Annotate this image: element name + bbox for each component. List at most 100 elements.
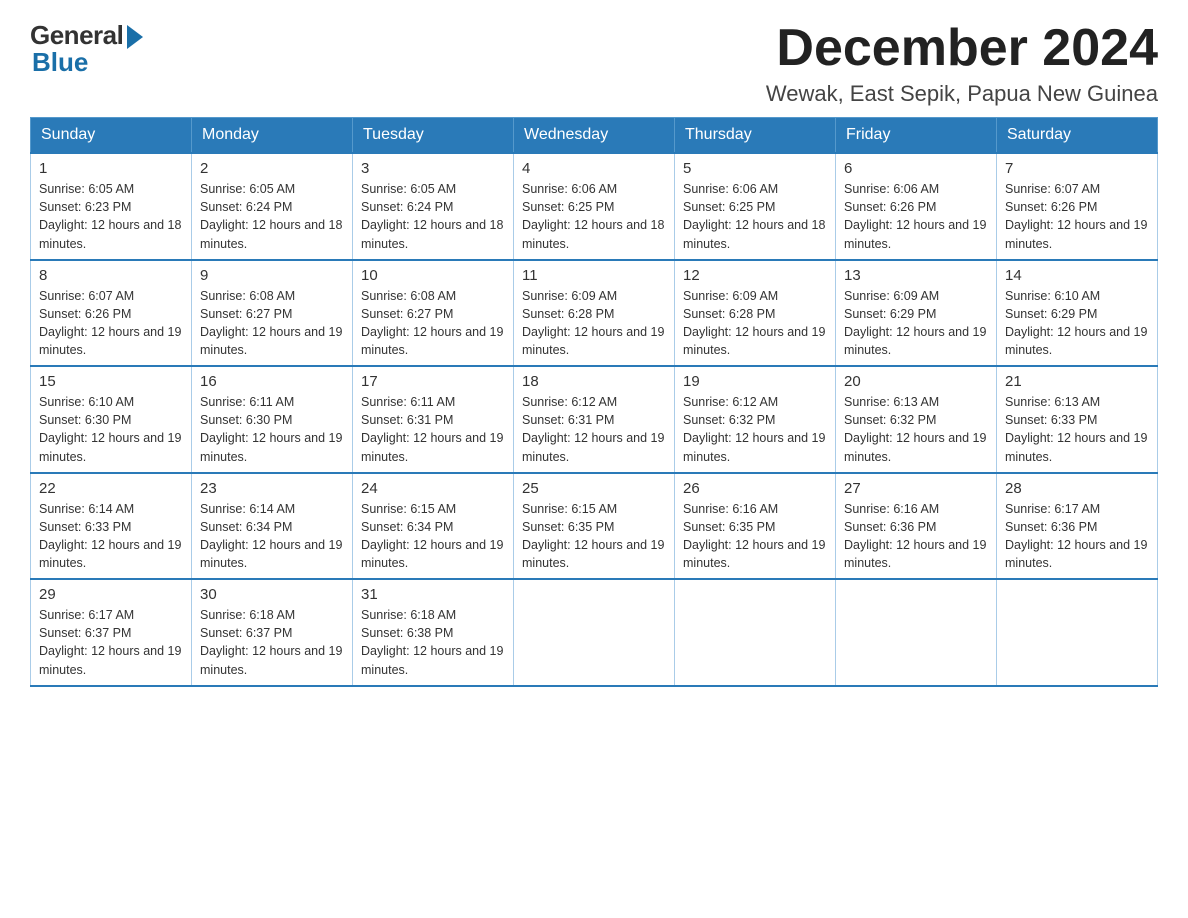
calendar-day-cell: 1 Sunrise: 6:05 AM Sunset: 6:23 PM Dayli… [31,153,192,260]
calendar-week-row: 29 Sunrise: 6:17 AM Sunset: 6:37 PM Dayl… [31,579,1158,686]
calendar-day-cell: 7 Sunrise: 6:07 AM Sunset: 6:26 PM Dayli… [997,153,1158,260]
weekday-header: Friday [836,118,997,154]
logo-arrow-icon [127,25,143,49]
calendar-week-row: 1 Sunrise: 6:05 AM Sunset: 6:23 PM Dayli… [31,153,1158,260]
day-info: Sunrise: 6:07 AM Sunset: 6:26 PM Dayligh… [39,287,183,360]
day-info: Sunrise: 6:17 AM Sunset: 6:37 PM Dayligh… [39,606,183,679]
day-info: Sunrise: 6:14 AM Sunset: 6:34 PM Dayligh… [200,500,344,573]
logo: General Blue [30,20,143,78]
day-number: 18 [522,373,666,390]
day-info: Sunrise: 6:10 AM Sunset: 6:29 PM Dayligh… [1005,287,1149,360]
calendar-day-cell: 16 Sunrise: 6:11 AM Sunset: 6:30 PM Dayl… [192,366,353,473]
day-number: 13 [844,267,988,284]
calendar-day-cell: 28 Sunrise: 6:17 AM Sunset: 6:36 PM Dayl… [997,473,1158,580]
calendar-day-cell: 17 Sunrise: 6:11 AM Sunset: 6:31 PM Dayl… [353,366,514,473]
calendar-day-cell: 4 Sunrise: 6:06 AM Sunset: 6:25 PM Dayli… [514,153,675,260]
calendar-day-cell: 22 Sunrise: 6:14 AM Sunset: 6:33 PM Dayl… [31,473,192,580]
calendar-day-cell: 29 Sunrise: 6:17 AM Sunset: 6:37 PM Dayl… [31,579,192,686]
day-number: 31 [361,586,505,603]
calendar-day-cell: 15 Sunrise: 6:10 AM Sunset: 6:30 PM Dayl… [31,366,192,473]
calendar-week-row: 8 Sunrise: 6:07 AM Sunset: 6:26 PM Dayli… [31,260,1158,367]
calendar-day-cell: 26 Sunrise: 6:16 AM Sunset: 6:35 PM Dayl… [675,473,836,580]
day-number: 3 [361,160,505,177]
day-number: 2 [200,160,344,177]
calendar-day-cell: 9 Sunrise: 6:08 AM Sunset: 6:27 PM Dayli… [192,260,353,367]
day-info: Sunrise: 6:18 AM Sunset: 6:37 PM Dayligh… [200,606,344,679]
day-info: Sunrise: 6:07 AM Sunset: 6:26 PM Dayligh… [1005,180,1149,253]
calendar-day-cell: 12 Sunrise: 6:09 AM Sunset: 6:28 PM Dayl… [675,260,836,367]
weekday-header: Tuesday [353,118,514,154]
calendar-day-cell: 25 Sunrise: 6:15 AM Sunset: 6:35 PM Dayl… [514,473,675,580]
day-number: 1 [39,160,183,177]
logo-blue-text: Blue [30,47,88,78]
day-info: Sunrise: 6:06 AM Sunset: 6:25 PM Dayligh… [522,180,666,253]
day-number: 10 [361,267,505,284]
calendar-day-cell: 31 Sunrise: 6:18 AM Sunset: 6:38 PM Dayl… [353,579,514,686]
calendar-table: SundayMondayTuesdayWednesdayThursdayFrid… [30,117,1158,687]
day-number: 6 [844,160,988,177]
location-title: Wewak, East Sepik, Papua New Guinea [766,81,1158,107]
calendar-day-cell [997,579,1158,686]
calendar-day-cell: 20 Sunrise: 6:13 AM Sunset: 6:32 PM Dayl… [836,366,997,473]
day-info: Sunrise: 6:11 AM Sunset: 6:31 PM Dayligh… [361,393,505,466]
day-number: 15 [39,373,183,390]
calendar-day-cell: 6 Sunrise: 6:06 AM Sunset: 6:26 PM Dayli… [836,153,997,260]
day-info: Sunrise: 6:09 AM Sunset: 6:28 PM Dayligh… [522,287,666,360]
calendar-day-cell: 18 Sunrise: 6:12 AM Sunset: 6:31 PM Dayl… [514,366,675,473]
day-info: Sunrise: 6:15 AM Sunset: 6:34 PM Dayligh… [361,500,505,573]
day-number: 5 [683,160,827,177]
day-number: 23 [200,480,344,497]
day-info: Sunrise: 6:05 AM Sunset: 6:23 PM Dayligh… [39,180,183,253]
day-number: 14 [1005,267,1149,284]
day-info: Sunrise: 6:18 AM Sunset: 6:38 PM Dayligh… [361,606,505,679]
day-number: 22 [39,480,183,497]
day-info: Sunrise: 6:16 AM Sunset: 6:36 PM Dayligh… [844,500,988,573]
calendar-header-row: SundayMondayTuesdayWednesdayThursdayFrid… [31,118,1158,154]
calendar-day-cell: 19 Sunrise: 6:12 AM Sunset: 6:32 PM Dayl… [675,366,836,473]
calendar-day-cell [514,579,675,686]
day-info: Sunrise: 6:05 AM Sunset: 6:24 PM Dayligh… [361,180,505,253]
calendar-day-cell: 13 Sunrise: 6:09 AM Sunset: 6:29 PM Dayl… [836,260,997,367]
weekday-header: Thursday [675,118,836,154]
calendar-day-cell: 2 Sunrise: 6:05 AM Sunset: 6:24 PM Dayli… [192,153,353,260]
calendar-day-cell: 23 Sunrise: 6:14 AM Sunset: 6:34 PM Dayl… [192,473,353,580]
day-info: Sunrise: 6:10 AM Sunset: 6:30 PM Dayligh… [39,393,183,466]
day-number: 25 [522,480,666,497]
day-number: 11 [522,267,666,284]
day-info: Sunrise: 6:12 AM Sunset: 6:31 PM Dayligh… [522,393,666,466]
day-info: Sunrise: 6:13 AM Sunset: 6:32 PM Dayligh… [844,393,988,466]
day-number: 8 [39,267,183,284]
day-info: Sunrise: 6:11 AM Sunset: 6:30 PM Dayligh… [200,393,344,466]
day-number: 27 [844,480,988,497]
day-info: Sunrise: 6:12 AM Sunset: 6:32 PM Dayligh… [683,393,827,466]
calendar-day-cell [675,579,836,686]
day-number: 30 [200,586,344,603]
calendar-week-row: 15 Sunrise: 6:10 AM Sunset: 6:30 PM Dayl… [31,366,1158,473]
day-number: 9 [200,267,344,284]
weekday-header: Monday [192,118,353,154]
day-info: Sunrise: 6:08 AM Sunset: 6:27 PM Dayligh… [361,287,505,360]
calendar-day-cell: 11 Sunrise: 6:09 AM Sunset: 6:28 PM Dayl… [514,260,675,367]
calendar-day-cell: 8 Sunrise: 6:07 AM Sunset: 6:26 PM Dayli… [31,260,192,367]
day-number: 26 [683,480,827,497]
day-info: Sunrise: 6:13 AM Sunset: 6:33 PM Dayligh… [1005,393,1149,466]
day-info: Sunrise: 6:14 AM Sunset: 6:33 PM Dayligh… [39,500,183,573]
calendar-day-cell: 27 Sunrise: 6:16 AM Sunset: 6:36 PM Dayl… [836,473,997,580]
day-info: Sunrise: 6:09 AM Sunset: 6:29 PM Dayligh… [844,287,988,360]
day-number: 20 [844,373,988,390]
calendar-day-cell [836,579,997,686]
calendar-day-cell: 24 Sunrise: 6:15 AM Sunset: 6:34 PM Dayl… [353,473,514,580]
day-info: Sunrise: 6:17 AM Sunset: 6:36 PM Dayligh… [1005,500,1149,573]
day-number: 24 [361,480,505,497]
day-info: Sunrise: 6:15 AM Sunset: 6:35 PM Dayligh… [522,500,666,573]
day-number: 17 [361,373,505,390]
day-info: Sunrise: 6:09 AM Sunset: 6:28 PM Dayligh… [683,287,827,360]
day-number: 21 [1005,373,1149,390]
calendar-day-cell: 3 Sunrise: 6:05 AM Sunset: 6:24 PM Dayli… [353,153,514,260]
day-number: 12 [683,267,827,284]
weekday-header: Wednesday [514,118,675,154]
calendar-week-row: 22 Sunrise: 6:14 AM Sunset: 6:33 PM Dayl… [31,473,1158,580]
calendar-day-cell: 21 Sunrise: 6:13 AM Sunset: 6:33 PM Dayl… [997,366,1158,473]
day-number: 7 [1005,160,1149,177]
title-section: December 2024 Wewak, East Sepik, Papua N… [766,20,1158,107]
